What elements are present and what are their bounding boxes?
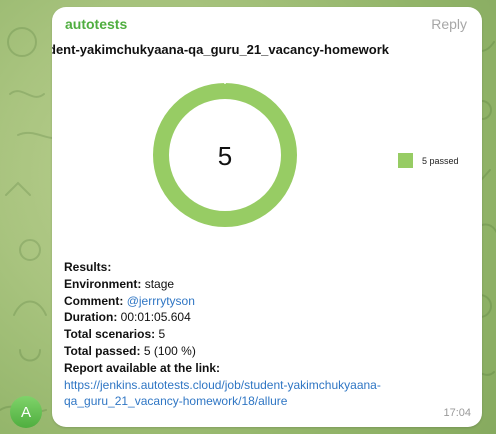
legend-swatch-passed bbox=[398, 153, 413, 168]
total-scenarios-row: Total scenarios: 5 bbox=[64, 326, 474, 343]
report-link-part-1[interactable]: https://jenkins.autotests.cloud/job/stud… bbox=[64, 378, 381, 392]
environment-row: Environment: stage bbox=[64, 276, 474, 293]
environment-value: stage bbox=[144, 276, 175, 291]
report-row: Report available at the link: bbox=[64, 360, 474, 377]
message-bubble: autotests Reply dent-yakimchukyaana-qa_g… bbox=[52, 7, 482, 427]
total-passed-label: Total passed: bbox=[64, 343, 141, 358]
total-scenarios-label: Total scenarios: bbox=[64, 327, 156, 342]
allure-chart-image[interactable]: dent-yakimchukyaana-qa_guru_21_vacancy-h… bbox=[52, 37, 482, 255]
comment-row: Comment: @jerrrytyson bbox=[64, 293, 474, 310]
environment-label: Environment: bbox=[64, 276, 142, 291]
report-label: Report available at the link: bbox=[64, 360, 221, 375]
comment-label: Comment: bbox=[64, 293, 124, 308]
report-link-part-2[interactable]: qa_guru_21_vacancy-homework/18/allure bbox=[64, 394, 287, 408]
message-text: Results: Environment: stage Comment: @je… bbox=[64, 259, 474, 410]
results-row: Results: bbox=[64, 259, 474, 276]
reply-button[interactable]: Reply bbox=[431, 16, 467, 32]
chart-legend: 5 passed bbox=[398, 153, 459, 168]
donut-chart: 5 bbox=[153, 67, 297, 227]
total-passed-value: 5 (100 %) bbox=[143, 343, 196, 358]
results-label: Results: bbox=[64, 260, 112, 274]
sender-avatar[interactable]: A bbox=[10, 396, 42, 428]
legend-label-passed: 5 passed bbox=[422, 155, 459, 166]
duration-label: Duration: bbox=[64, 310, 118, 325]
chart-center-value: 5 bbox=[218, 141, 232, 171]
duration-value: 00:01:05.604 bbox=[120, 310, 191, 325]
comment-mention-link[interactable]: @jerrrytyson bbox=[127, 294, 195, 308]
message-time: 17:04 bbox=[443, 407, 471, 419]
avatar-initial: A bbox=[20, 403, 31, 421]
total-passed-row: Total passed: 5 (100 %) bbox=[64, 343, 474, 360]
duration-row: Duration: 00:01:05.604 bbox=[64, 309, 474, 326]
sender-name[interactable]: autotests bbox=[65, 16, 127, 32]
report-link-line-2[interactable]: qa_guru_21_vacancy-homework/18/allure bbox=[64, 393, 474, 410]
report-link-line-1[interactable]: https://jenkins.autotests.cloud/job/stud… bbox=[64, 377, 474, 394]
total-scenarios-value: 5 bbox=[158, 327, 166, 342]
